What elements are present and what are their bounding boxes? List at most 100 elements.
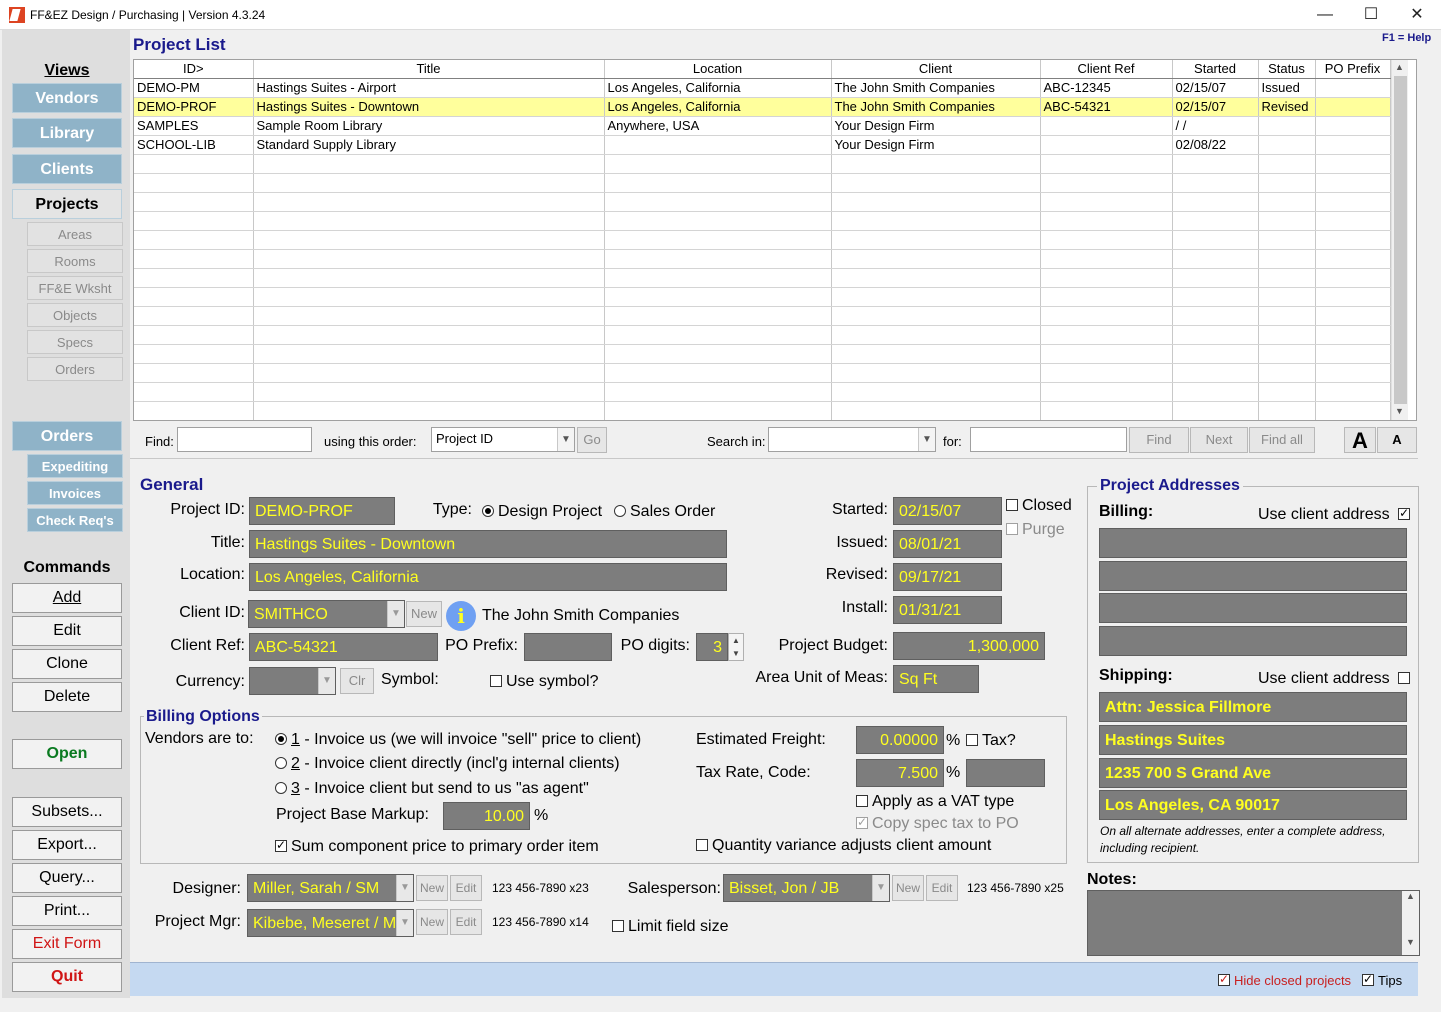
info-icon[interactable]: i [446, 601, 476, 631]
close-button[interactable]: ✕ [1394, 0, 1440, 30]
query-button[interactable]: Query... [12, 863, 122, 893]
order-select[interactable]: Project ID ▼ [431, 427, 575, 452]
table-row[interactable]: DEMO-PROF Hastings Suites - Downtown Los A… [134, 97, 1391, 117]
nav-specs[interactable]: Specs [27, 330, 123, 354]
billing-line-2[interactable] [1099, 561, 1407, 591]
notes-field[interactable]: ▲ ▼ [1087, 890, 1420, 956]
checkbox-icon[interactable] [612, 920, 624, 932]
currency-clear-button[interactable]: Clr [340, 668, 374, 694]
delete-button[interactable]: Delete [12, 682, 122, 712]
scroll-down-icon[interactable]: ▼ [1395, 406, 1404, 416]
table-row[interactable] [134, 344, 1391, 364]
open-button[interactable]: Open [12, 739, 122, 769]
table-row[interactable] [134, 306, 1391, 326]
table-row[interactable] [134, 154, 1391, 174]
project-id-field[interactable]: DEMO-PROF [249, 497, 395, 525]
for-input[interactable] [970, 427, 1127, 452]
grid-col-header[interactable]: ID> [134, 60, 254, 79]
nav-areas[interactable]: Areas [27, 222, 123, 246]
next-button[interactable]: Next [1190, 427, 1248, 453]
checkbox-icon[interactable] [1398, 506, 1411, 520]
po-digits-field[interactable]: 3 [696, 633, 728, 661]
checkbox-icon[interactable] [856, 795, 868, 807]
grid-scrollbar[interactable]: ▲ ▼ [1391, 60, 1408, 420]
scroll-up-icon[interactable]: ▲ [1395, 62, 1404, 72]
purge-checkbox[interactable]: Purge [1006, 521, 1065, 539]
table-row[interactable] [134, 382, 1391, 402]
salesperson-field[interactable]: Bisset, Jon / JB ▼ [723, 874, 890, 902]
export-button[interactable]: Export... [12, 830, 122, 860]
chevron-down-icon[interactable]: ▼ [396, 910, 413, 936]
designer-new-button[interactable]: New [416, 875, 448, 901]
nav-orders-sub[interactable]: Orders [27, 357, 123, 381]
location-field[interactable]: Los Angeles, California [249, 563, 727, 591]
nav-rooms[interactable]: Rooms [27, 249, 123, 273]
nav-invoices[interactable]: Invoices [27, 481, 123, 505]
nav-clients[interactable]: Clients [12, 154, 122, 184]
grid-col-header[interactable]: Client Ref [1040, 60, 1173, 79]
shipping-line-2[interactable]: Hastings Suites [1099, 725, 1407, 755]
print-button[interactable]: Print... [12, 896, 122, 926]
radio-icon[interactable] [614, 505, 626, 517]
issued-field[interactable]: 08/01/21 [893, 530, 1002, 558]
shipping-line-4[interactable]: Los Angeles, CA 90017 [1099, 790, 1407, 820]
radio-icon[interactable] [275, 782, 287, 794]
grid-col-header[interactable]: Location [604, 60, 832, 79]
scroll-thumb[interactable] [1394, 76, 1407, 404]
table-row[interactable] [134, 211, 1391, 231]
tax-rate-field[interactable]: 7.500 [856, 759, 944, 787]
grid-col-header[interactable]: Client [831, 60, 1041, 79]
sum-component-checkbox[interactable]: Sum component price to primary order ite… [275, 838, 599, 856]
closed-checkbox[interactable]: Closed [1006, 497, 1072, 515]
radio-icon[interactable] [275, 733, 287, 745]
chevron-down-icon[interactable]: ▼ [387, 601, 404, 627]
pm-new-button[interactable]: New [416, 909, 448, 935]
chevron-down-icon[interactable]: ▼ [396, 875, 413, 901]
checkbox-icon[interactable] [696, 839, 708, 851]
client-new-button[interactable]: New [406, 601, 442, 627]
pm-edit-button[interactable]: Edit [450, 909, 482, 935]
checkbox-icon[interactable] [1218, 972, 1230, 986]
table-row[interactable]: SCHOOL-LIB Standard Supply Library Your De… [134, 135, 1391, 155]
chevron-down-icon[interactable]: ▼ [872, 875, 889, 901]
radio-icon[interactable] [275, 757, 287, 769]
shipping-use-client-address[interactable]: Use client address [1258, 670, 1414, 688]
freight-field[interactable]: 0.00000 [856, 726, 944, 754]
chevron-down-icon[interactable]: ▼ [557, 428, 574, 451]
table-row[interactable] [134, 192, 1391, 212]
shipping-line-1[interactable]: Attn: Jessica Fillmore [1099, 692, 1407, 722]
checkbox-icon[interactable] [1362, 972, 1374, 986]
revised-field[interactable]: 09/17/21 [893, 563, 1002, 591]
checkbox-icon[interactable] [490, 675, 502, 687]
title-field[interactable]: Hastings Suites - Downtown [249, 530, 727, 558]
install-field[interactable]: 01/31/21 [893, 596, 1002, 624]
table-row[interactable] [134, 268, 1391, 288]
font-large-button[interactable]: A [1344, 427, 1376, 453]
find-all-button[interactable]: Find all [1249, 427, 1315, 453]
chevron-down-icon[interactable]: ▼ [318, 668, 335, 694]
client-ref-field[interactable]: ABC-54321 [249, 633, 438, 661]
po-prefix-field[interactable] [524, 633, 612, 661]
table-row[interactable] [134, 249, 1391, 269]
table-row[interactable] [134, 287, 1391, 307]
nav-expediting[interactable]: Expediting [27, 454, 123, 478]
billing-use-client-address[interactable]: Use client address [1258, 506, 1414, 524]
table-row[interactable] [134, 325, 1391, 345]
nav-library[interactable]: Library [12, 118, 122, 148]
grid-col-header[interactable]: Status [1258, 60, 1316, 79]
exit-form-button[interactable]: Exit Form [12, 929, 122, 959]
billing-line-3[interactable] [1099, 593, 1407, 623]
billing-opt3-radio[interactable]: 3 - Invoice client but send to us "as ag… [275, 780, 589, 798]
type-sales-radio[interactable]: Sales Order [614, 503, 715, 521]
table-row[interactable] [134, 363, 1391, 383]
add-button[interactable]: Add [12, 583, 122, 613]
billing-line-4[interactable] [1099, 626, 1407, 656]
limit-field-checkbox[interactable]: Limit field size [612, 918, 728, 936]
tax-checkbox[interactable]: Tax? [966, 732, 1016, 750]
font-small-button[interactable]: A [1377, 427, 1417, 453]
copy-spec-tax-checkbox[interactable]: Copy spec tax to PO [856, 815, 1019, 833]
area-unit-field[interactable]: Sq Ft [893, 665, 979, 693]
tax-code-field[interactable] [966, 759, 1045, 787]
currency-field[interactable]: ▼ [249, 667, 336, 695]
budget-field[interactable]: 1,300,000 [893, 632, 1045, 660]
